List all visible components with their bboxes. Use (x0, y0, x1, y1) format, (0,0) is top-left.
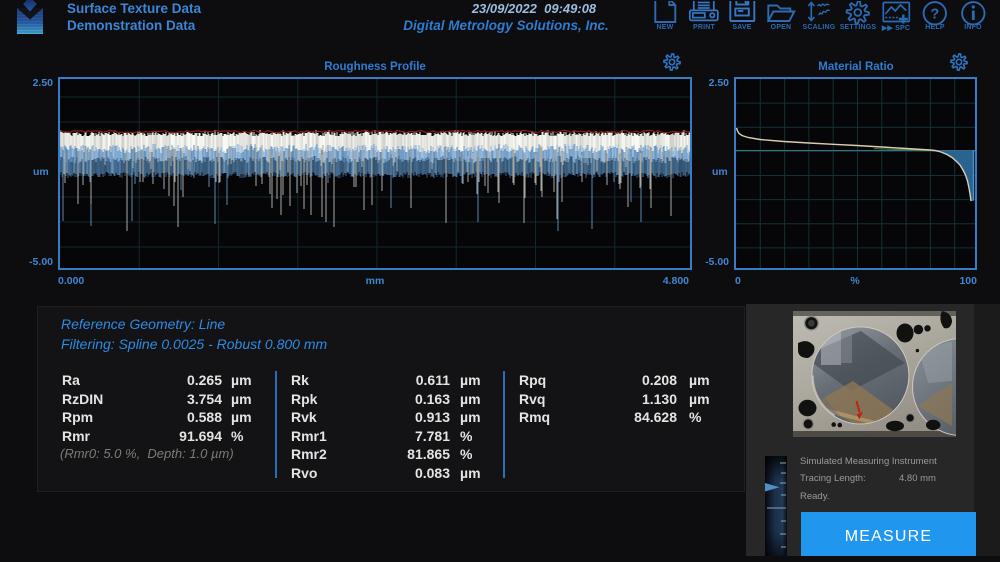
svg-text:?: ? (930, 7, 939, 23)
